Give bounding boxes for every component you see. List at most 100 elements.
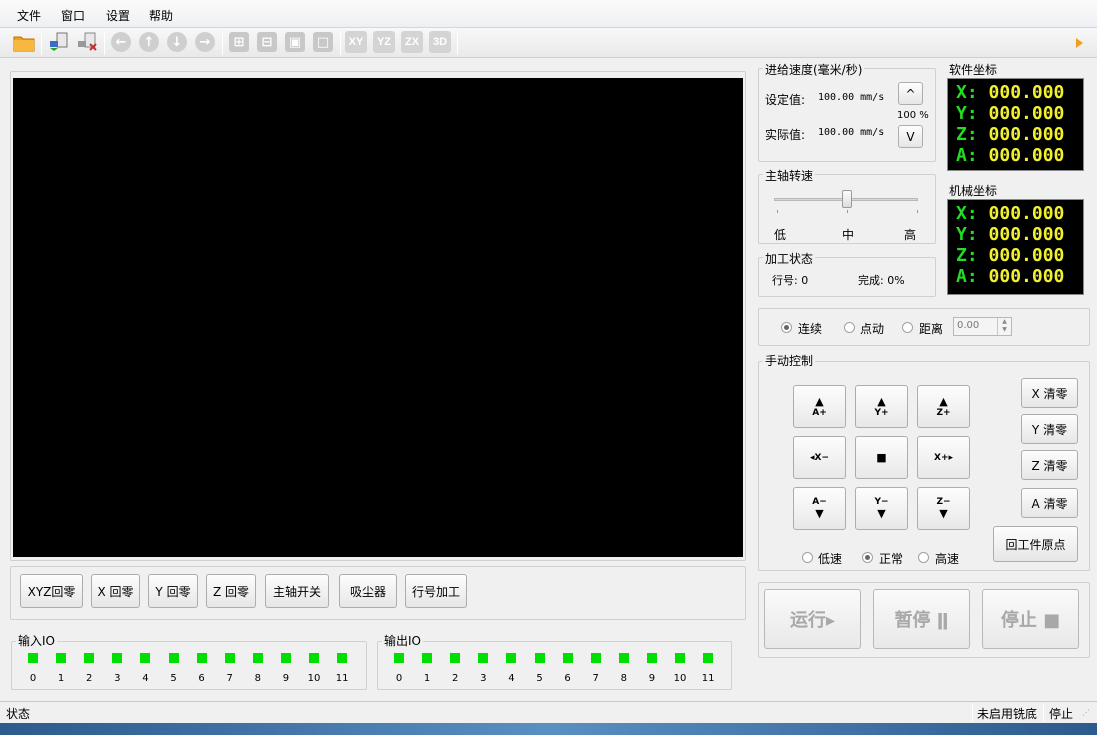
zoom-fit-icon[interactable]: ▣: [284, 31, 306, 53]
output-io-led: [618, 653, 629, 663]
resize-grip-icon[interactable]: ⋰: [1082, 708, 1090, 717]
xyz-home-button[interactable]: XYZ回零: [20, 574, 83, 608]
distance-stepper[interactable]: 0.00 ▲ ▼: [953, 317, 1012, 336]
spindle-toggle-button[interactable]: 主轴开关: [265, 574, 329, 608]
output-io-led: [534, 653, 545, 663]
run-button[interactable]: 运行▸: [764, 589, 861, 649]
sw-z-value: 000.000: [988, 124, 1065, 145]
feed-actual-label: 实际值:: [765, 128, 806, 142]
jog-x-minus-button[interactable]: ◂X−: [793, 436, 846, 479]
sw-a-axis: A:: [956, 145, 978, 166]
output-io-led: [422, 653, 433, 663]
arrow-left-icon[interactable]: ←: [110, 31, 132, 53]
status-text: 状态: [6, 707, 31, 721]
jog-a-plus-button[interactable]: ▲ A+: [793, 385, 846, 428]
process-done: 完成: 0%: [858, 274, 905, 287]
output-io-led: [478, 653, 489, 663]
mc-x-value: 000.000: [988, 203, 1065, 224]
input-io-led: [309, 653, 319, 663]
dust-collector-button[interactable]: 吸尘器: [339, 574, 397, 608]
input-io-led: [140, 653, 151, 663]
mc-z-axis: Z:: [956, 245, 978, 266]
input-io-led: [280, 653, 291, 663]
view-yz-button[interactable]: YZ: [373, 31, 395, 53]
mode-step-radio[interactable]: [844, 322, 855, 333]
arrow-right-icon[interactable]: →: [194, 31, 216, 53]
line-process-button[interactable]: 行号加工: [405, 574, 467, 608]
jog-y-plus-button[interactable]: ▲ Y+: [855, 385, 908, 428]
toolbar: ← ↑ ↓ → ⊞ ⊟ ▣ □ XY YZ ZX 3D: [0, 28, 1097, 58]
mode-continuous-radio[interactable]: [781, 322, 792, 333]
output-io-led: [675, 653, 685, 663]
output-io-led-number: 5: [536, 673, 543, 684]
view-xy-button[interactable]: XY: [345, 31, 367, 53]
input-io-led-number: 3: [114, 673, 121, 684]
distance-value: 0.00: [957, 320, 980, 331]
arrow-up-icon[interactable]: ↑: [138, 31, 160, 53]
output-io-led-number: 6: [564, 673, 571, 684]
jog-stop-button[interactable]: ■: [855, 436, 908, 479]
input-io-led-number: 2: [86, 673, 93, 684]
zoom-out-icon[interactable]: ⊟: [256, 31, 278, 53]
stepper-arrows-icon[interactable]: ▲ ▼: [997, 318, 1011, 335]
software-coord-title: 软件坐标: [947, 61, 1000, 78]
output-io-led-number: 3: [480, 673, 487, 684]
arrow-down-icon[interactable]: ↓: [166, 31, 188, 53]
speed-high-label: 高速: [935, 552, 960, 566]
speed-normal-radio[interactable]: [862, 552, 873, 563]
y-home-button[interactable]: Y 回零: [148, 574, 198, 608]
sw-x-axis: X:: [956, 82, 978, 103]
zoom-reset-icon[interactable]: □: [312, 31, 334, 53]
status-machine-state: 停止: [1049, 707, 1074, 721]
input-io-led-number: 0: [29, 673, 37, 684]
input-io-led-number: 9: [282, 673, 290, 684]
download-icon[interactable]: [76, 31, 98, 53]
view-3d-button[interactable]: 3D: [429, 31, 451, 53]
triangle-up-icon: ▲: [939, 395, 948, 408]
jog-a-minus-button[interactable]: A− ▼: [793, 487, 846, 530]
speed-high-radio[interactable]: [918, 552, 929, 563]
open-folder-icon[interactable]: [13, 31, 35, 53]
taskbar-strip: [0, 723, 1097, 735]
input-io-led-number: 6: [198, 673, 205, 684]
input-io-led-number: 10: [307, 673, 321, 684]
feed-set-label: 设定值:: [765, 93, 806, 107]
jog-x-plus-button[interactable]: X+▸: [917, 436, 970, 479]
toolbar-overflow-icon[interactable]: [1076, 38, 1083, 48]
return-work-origin-button[interactable]: 回工件原点: [993, 526, 1078, 562]
feed-up-button[interactable]: ^: [898, 82, 923, 105]
toolpath-canvas[interactable]: [13, 78, 743, 557]
menu-help[interactable]: 帮助: [149, 7, 173, 24]
x-home-button[interactable]: X 回零: [91, 574, 140, 608]
input-io-led: [224, 653, 235, 663]
menu-file[interactable]: 文件: [17, 7, 41, 24]
upload-icon[interactable]: [48, 31, 70, 53]
menu-settings[interactable]: 设置: [106, 7, 130, 24]
zero-x-button[interactable]: X 清零: [1021, 378, 1078, 408]
zoom-in-icon[interactable]: ⊞: [228, 31, 250, 53]
menu-window[interactable]: 窗口: [61, 7, 85, 24]
spindle-mid-label: 中: [842, 228, 855, 242]
pause-button[interactable]: 暂停 ǁ: [873, 589, 970, 649]
jog-z-plus-button[interactable]: ▲ Z+: [917, 385, 970, 428]
stop-button[interactable]: 停止 ■: [982, 589, 1079, 649]
manual-control-title: 手动控制: [763, 352, 816, 369]
z-home-button[interactable]: Z 回零: [206, 574, 256, 608]
process-line-number: 行号: 0: [772, 274, 809, 287]
speed-normal-label: 正常: [879, 552, 904, 566]
zero-a-button[interactable]: A 清零: [1021, 488, 1078, 518]
spindle-slider-thumb[interactable]: [842, 190, 852, 208]
feed-down-button[interactable]: V: [898, 125, 923, 148]
jog-y-minus-button[interactable]: Y− ▼: [855, 487, 908, 530]
output-io-led: [394, 653, 404, 663]
view-zx-button[interactable]: ZX: [401, 31, 423, 53]
speed-low-label: 低速: [818, 552, 843, 566]
spindle-speed-title: 主轴转速: [763, 167, 816, 184]
jog-z-minus-button[interactable]: Z− ▼: [917, 487, 970, 530]
input-io-led-number: 4: [142, 673, 149, 684]
zero-z-button[interactable]: Z 清零: [1021, 450, 1078, 480]
speed-low-radio[interactable]: [802, 552, 813, 563]
output-io-led-number: 11: [701, 673, 715, 684]
mode-distance-radio[interactable]: [902, 322, 913, 333]
zero-y-button[interactable]: Y 清零: [1021, 414, 1078, 444]
